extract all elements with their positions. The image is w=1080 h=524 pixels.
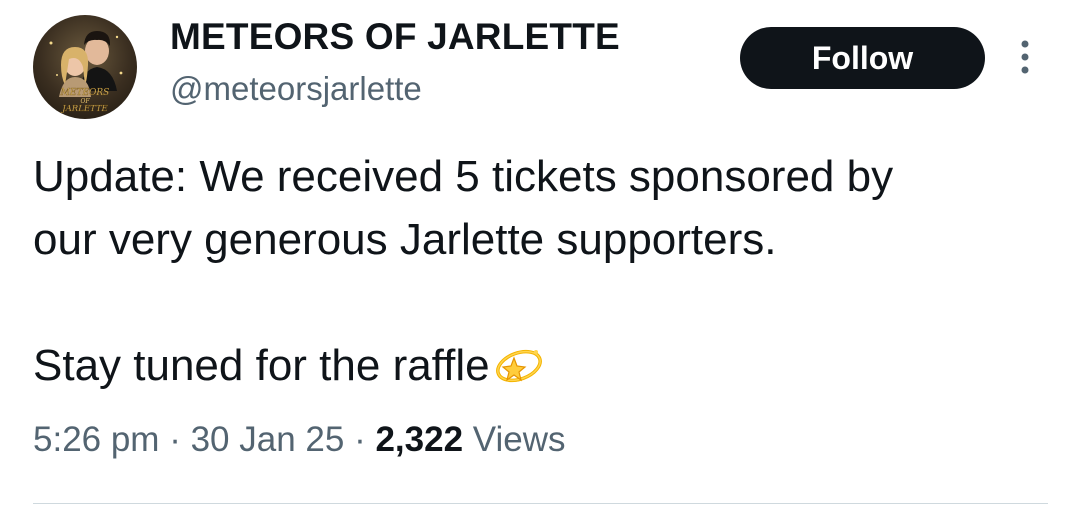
tweet-text-line-2: our very generous Jarlette supporters.	[33, 215, 777, 264]
tweet: METEORS OF JARLETTE METEORS OF JARLETTE …	[0, 0, 1080, 524]
avatar-text-1: METEORS	[60, 88, 110, 98]
follow-button[interactable]: Follow	[740, 27, 985, 89]
timestamp-date[interactable]: 30 Jan 25	[191, 420, 345, 459]
meta-separator: ·	[354, 420, 366, 459]
avatar[interactable]: METEORS OF JARLETTE	[33, 15, 137, 119]
meta-separator: ·	[169, 420, 181, 459]
tweet-text-line-1: Update: We received 5 tickets sponsored …	[33, 152, 894, 201]
more-vertical-icon[interactable]	[1010, 38, 1040, 78]
timestamp-time[interactable]: 5:26 pm	[33, 420, 159, 459]
divider	[33, 503, 1048, 504]
tweet-meta: 5:26 pm · 30 Jan 25 · 2,322 Views	[33, 420, 566, 460]
views-label: Views	[472, 420, 566, 459]
avatar-image: METEORS OF JARLETTE	[49, 31, 123, 114]
avatar-text-3: JARLETTE	[60, 104, 108, 114]
views-count: 2,322	[375, 420, 464, 459]
dizzy-star-emoji	[492, 340, 546, 403]
tweet-text: Update: We received 5 tickets sponsored …	[33, 145, 1053, 403]
tweet-text-line-3: Stay tuned for the raffle	[33, 341, 490, 390]
display-name[interactable]: METEORS OF JARLETTE	[170, 16, 620, 58]
handle[interactable]: @meteorsjarlette	[170, 70, 422, 108]
